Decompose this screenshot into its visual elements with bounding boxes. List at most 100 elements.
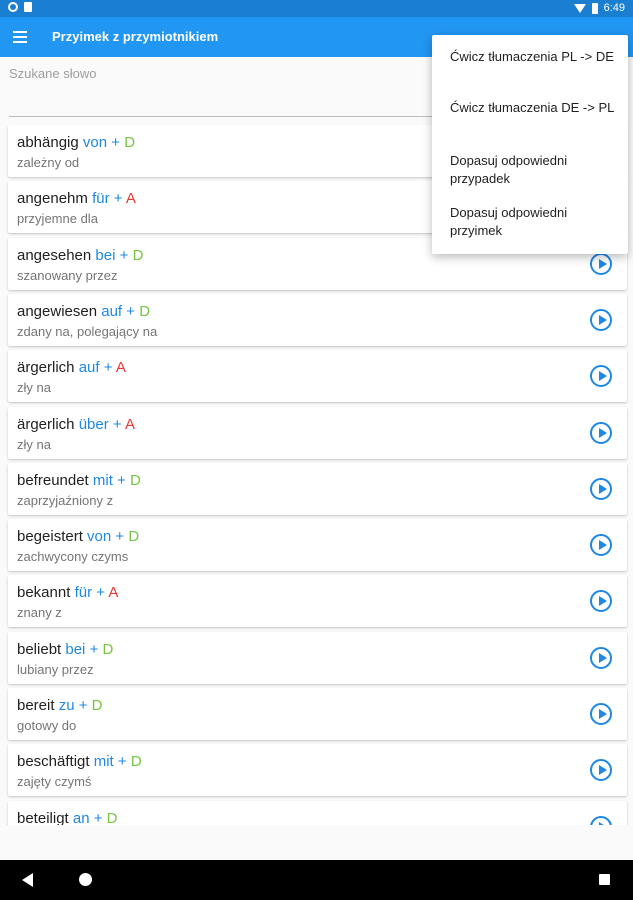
entry-preposition: mit — [92, 471, 113, 489]
entry-title: beschäftigt mit + D — [17, 753, 142, 770]
entry-case: D — [102, 640, 114, 658]
entry-title: angesehen bei + D — [17, 247, 143, 264]
entry-translation: zachwycony czyms — [17, 549, 129, 565]
entry-preposition: bei — [65, 640, 86, 658]
entry-preposition: über — [78, 415, 109, 433]
play-icon[interactable] — [590, 815, 612, 825]
entry-translation: zaprzyjaźniony z — [17, 492, 114, 508]
entry-word: bekannt — [17, 584, 71, 602]
entry-title: angenehm für + A — [17, 190, 136, 207]
home-icon[interactable] — [79, 873, 92, 886]
entry-case: A — [125, 415, 136, 433]
entry-preposition: für — [74, 584, 93, 602]
entry-word: ärgerlich — [17, 359, 75, 377]
entry-title: abhängig von + D — [17, 134, 135, 151]
entry-preposition: von — [82, 134, 108, 151]
status-left — [8, 2, 32, 12]
play-icon[interactable] — [590, 365, 612, 388]
entry-plus: + — [119, 246, 129, 264]
entry-case: D — [132, 246, 144, 264]
entry-plus: + — [115, 528, 125, 546]
wifi-icon — [573, 3, 586, 13]
entry-plus: + — [96, 584, 106, 602]
menu-item-match-case[interactable]: Dopasuj odpowiedni przypadek — [450, 152, 615, 188]
list-item[interactable]: ärgerlich über + Azły na — [8, 406, 627, 459]
list-item[interactable]: bereit zu + D gotowy do — [8, 688, 627, 740]
play-icon[interactable] — [590, 590, 612, 613]
play-icon[interactable] — [590, 477, 612, 500]
battery-icon — [591, 2, 598, 14]
entry-word: angenehm — [17, 190, 88, 208]
entry-title: begeistert von + D — [17, 528, 139, 545]
entry-case: D — [130, 471, 141, 489]
entry-word: ärgerlich — [17, 415, 75, 433]
entry-word: beschäftigt — [17, 753, 90, 771]
sd-card-icon — [24, 2, 32, 12]
entry-case: D — [139, 302, 151, 320]
play-icon[interactable] — [590, 421, 612, 444]
entry-preposition: auf — [78, 359, 100, 377]
list-item[interactable]: begeistert von + D zachwycony czyms — [8, 519, 627, 572]
bottom-area — [0, 825, 633, 860]
entry-case: A — [115, 359, 126, 377]
list-item[interactable]: beschäftigt mit + Dzajęty czymś — [8, 744, 627, 797]
entry-translation: zły na — [17, 380, 51, 396]
entry-preposition: zu — [58, 697, 75, 714]
play-icon[interactable] — [590, 703, 612, 725]
entry-plus: + — [117, 753, 127, 771]
list-item[interactable]: beteiligt an + D — [8, 800, 627, 825]
play-icon[interactable] — [590, 252, 612, 275]
menu-item-match-preposition[interactable]: Dopasuj odpowiedni przyimek — [450, 204, 615, 240]
entry-title: ärgerlich auf + A — [17, 359, 126, 376]
recents-icon[interactable] — [599, 874, 610, 885]
play-icon[interactable] — [590, 534, 612, 557]
entry-title: bereit zu + D — [17, 697, 103, 714]
entry-plus: + — [78, 697, 88, 714]
play-icon[interactable] — [590, 759, 612, 782]
entry-plus: + — [89, 640, 99, 658]
menu-item-practice-de-pl[interactable]: Ćwicz tłumaczenia DE -> PL — [450, 99, 615, 117]
entry-translation: gotowy do — [17, 718, 77, 733]
entry-plus: + — [111, 134, 121, 151]
status-right: 6:49 — [573, 2, 625, 14]
app-title: Przyimek z przymiotnikiem — [52, 29, 219, 44]
entry-case: D — [130, 753, 142, 771]
list-item[interactable]: befreundet mit + D zaprzyjaźniony z — [8, 462, 627, 515]
entry-title: ärgerlich über + A — [17, 416, 135, 433]
list-item[interactable]: beliebt bei + Dlubiany przez — [8, 631, 627, 684]
entry-translation: zdany na, polegający na — [17, 323, 158, 339]
entry-translation: zajęty czymś — [17, 774, 92, 790]
entry-title: befreundet mit + D — [17, 472, 141, 489]
entry-case: A — [108, 584, 119, 602]
list-item[interactable]: bekannt für + Aznany z — [8, 575, 627, 628]
entry-plus: + — [113, 190, 123, 208]
menu-icon[interactable] — [13, 31, 27, 43]
entry-case: A — [125, 190, 136, 208]
play-icon[interactable] — [590, 308, 612, 331]
back-icon[interactable] — [22, 873, 33, 887]
entry-case: D — [128, 528, 140, 546]
entry-preposition: für — [92, 190, 110, 208]
entry-translation: zależny od — [17, 155, 80, 170]
entry-plus: + — [117, 471, 126, 489]
entry-preposition: mit — [93, 753, 114, 771]
entry-case: D — [106, 809, 118, 825]
list-item[interactable]: angewiesen auf + D zdany na, polegający n… — [8, 293, 627, 346]
entry-preposition: an — [72, 809, 90, 825]
entry-title: angewiesen auf + D — [17, 303, 150, 320]
entry-case: D — [91, 697, 103, 714]
list-item[interactable]: ärgerlich auf + A zły na — [8, 350, 627, 403]
entry-preposition: auf — [101, 302, 123, 320]
entry-translation: zły na — [17, 436, 51, 452]
entry-preposition: von — [87, 528, 112, 546]
search-label: Szukane słowo — [9, 66, 97, 81]
play-icon[interactable] — [590, 646, 612, 669]
menu-item-practice-pl-de[interactable]: Ćwicz tłumaczenia PL -> DE — [450, 48, 615, 66]
entry-word: angewiesen — [17, 302, 98, 320]
status-bar: 6:49 — [0, 0, 633, 17]
entry-plus: + — [112, 415, 122, 433]
entry-title: bekannt für + A — [17, 584, 118, 601]
entry-word: beteiligt — [17, 809, 69, 825]
notification-icon — [8, 2, 18, 12]
entry-translation: lubiany przez — [17, 661, 94, 677]
